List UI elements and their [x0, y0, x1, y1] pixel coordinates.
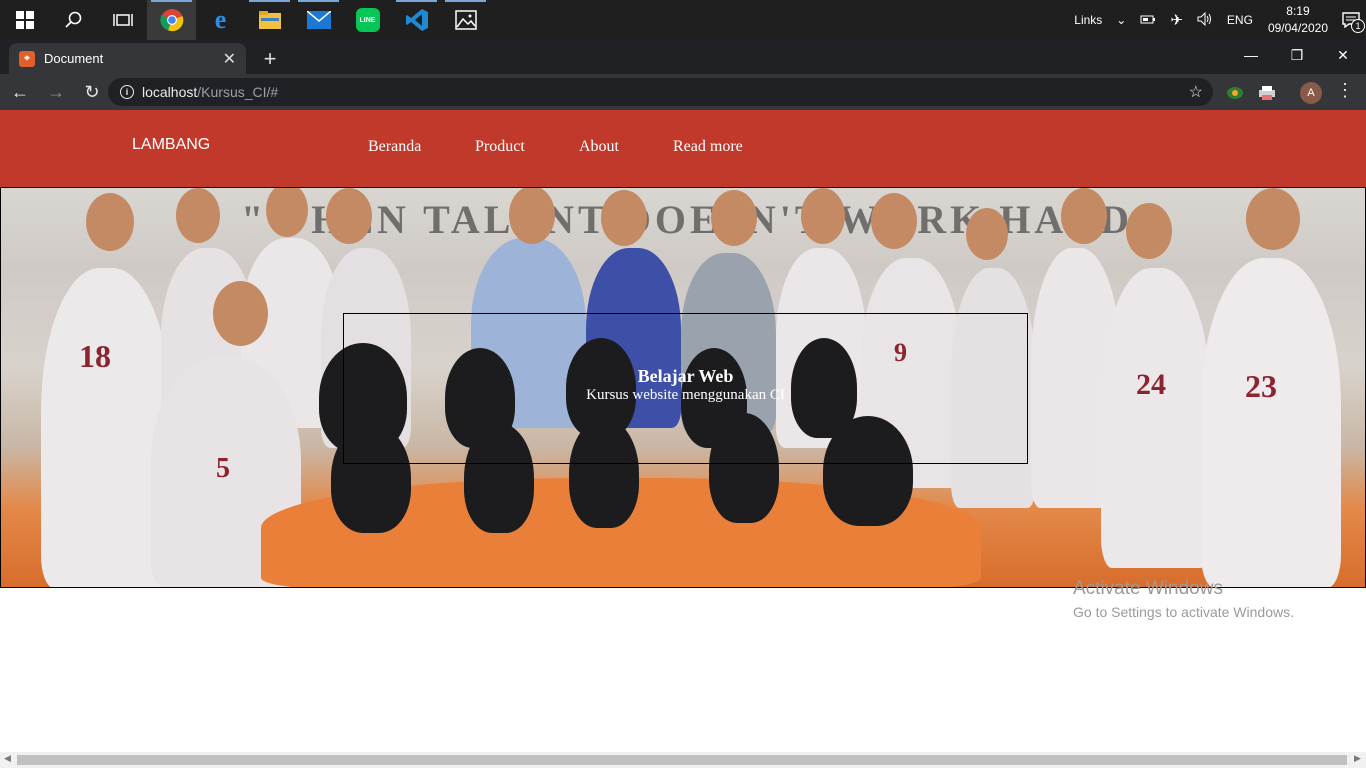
url-host: localhost [142, 84, 198, 100]
file-explorer-icon[interactable] [245, 0, 294, 40]
mail-icon[interactable] [294, 0, 343, 40]
windows-taskbar: e LINE Links ⌄ ✈ ENG 8:19 09/04/2020 1 [0, 0, 1366, 40]
airplane-mode-icon[interactable]: ✈ [1170, 11, 1183, 29]
edge-icon[interactable]: e [196, 0, 245, 40]
watermark-line2: Go to Settings to activate Windows. [1073, 604, 1294, 620]
action-center-icon[interactable]: 1 [1336, 0, 1366, 40]
links-toolbar-label[interactable]: Links [1074, 13, 1102, 27]
wall-banner-text: "WHEN TALENT DOESN'T WORK HARD" [241, 197, 1160, 242]
xampp-favicon-icon: ⌖ [19, 50, 35, 67]
scroll-right-arrow-icon[interactable]: ▶ [1354, 753, 1361, 764]
scrollbar-thumb[interactable] [17, 755, 1347, 765]
caption-subtitle: Kursus website menggunakan CI [586, 387, 785, 403]
site-brand[interactable]: LAMBANG [132, 136, 210, 154]
extension-icon[interactable] [1225, 83, 1245, 103]
chevron-down-icon[interactable]: ⌄ [1116, 13, 1126, 27]
battery-icon[interactable] [1140, 13, 1156, 28]
nav-link-read-more[interactable]: Read more [673, 138, 743, 156]
system-tray: Links ⌄ ✈ ENG 8:19 09/04/2020 1 [1067, 0, 1366, 40]
chrome-icon[interactable] [147, 0, 196, 40]
search-icon[interactable] [49, 0, 98, 40]
carousel-caption: Belajar Web Kursus website menggunakan C… [343, 313, 1028, 464]
nav-link-beranda[interactable]: Beranda [368, 138, 421, 156]
task-view-icon[interactable] [98, 0, 147, 40]
clock-date: 09/04/2020 [1267, 21, 1328, 35]
activate-windows-watermark: Activate Windows Go to Settings to activ… [1073, 578, 1294, 620]
scroll-left-arrow-icon[interactable]: ◀ [4, 753, 11, 764]
nav-link-product[interactable]: Product [475, 138, 525, 156]
address-bar[interactable]: i localhost/Kursus_CI/# ☆ [108, 78, 1213, 106]
web-page: LAMBANG Beranda Product About Read more … [0, 110, 1366, 752]
browser-toolbar: ← → ↻ i localhost/Kursus_CI/# ☆ A ⋮ [0, 74, 1366, 110]
clock-time: 8:19 [1286, 4, 1310, 18]
browser-menu-icon[interactable]: ⋮ [1336, 80, 1354, 101]
new-tab-button[interactable]: + [259, 46, 281, 72]
photos-icon[interactable] [441, 0, 490, 40]
profile-avatar[interactable]: A [1300, 82, 1322, 104]
reload-button[interactable]: ↻ [76, 76, 108, 108]
watermark-line1: Activate Windows [1073, 578, 1223, 599]
close-tab-icon[interactable]: ✕ [223, 49, 236, 69]
restore-window-button[interactable]: ❐ [1274, 40, 1320, 70]
nav-link-about[interactable]: About [579, 138, 619, 156]
line-app-icon[interactable]: LINE [343, 0, 392, 40]
caption-title: Belajar Web [637, 366, 734, 386]
clock[interactable]: 8:19 09/04/2020 [1268, 3, 1328, 37]
browser-tab[interactable]: ⌖ Document ✕ [9, 43, 246, 74]
language-indicator[interactable]: ENG [1227, 13, 1253, 27]
horizontal-scrollbar[interactable]: ◀ ▶ [0, 752, 1366, 768]
minimize-window-button[interactable]: — [1228, 40, 1274, 70]
bookmark-star-icon[interactable]: ☆ [1189, 82, 1203, 102]
site-info-icon[interactable]: i [120, 85, 134, 99]
forward-button[interactable]: → [40, 76, 72, 108]
close-window-button[interactable]: ✕ [1320, 40, 1366, 70]
printer-extension-icon[interactable] [1257, 83, 1277, 103]
notification-count-badge: 1 [1351, 19, 1365, 33]
tab-title: Document [44, 51, 104, 66]
site-navbar: LAMBANG Beranda Product About Read more [0, 110, 1366, 187]
volume-icon[interactable] [1197, 11, 1213, 29]
hero-carousel: "WHEN TALENT DOESN'T WORK HARD" 18 9 24 … [0, 187, 1366, 588]
url-path: /Kursus_CI/# [197, 84, 279, 100]
windows-start-icon[interactable] [0, 0, 49, 40]
back-button[interactable]: ← [4, 76, 36, 108]
browser-tab-strip: ⌖ Document ✕ + — ❐ ✕ [0, 40, 1366, 74]
vscode-icon[interactable] [392, 0, 441, 40]
